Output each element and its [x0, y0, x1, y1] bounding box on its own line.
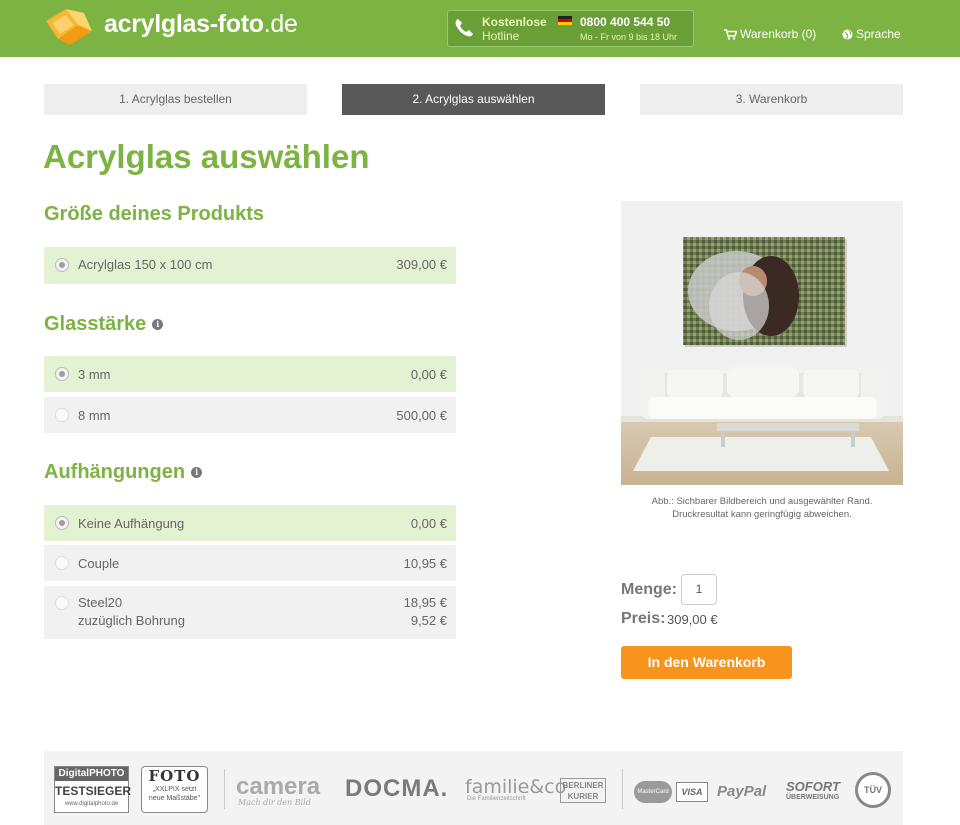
option-label: 8 mm: [78, 408, 111, 423]
option-label: Couple: [78, 556, 120, 571]
option-price: 18,95 €: [403, 595, 447, 610]
german-flag-icon: [558, 16, 572, 25]
docma-logo: DOCMA.: [345, 775, 449, 802]
cart-icon: [724, 29, 737, 40]
hanging-option-none[interactable]: Keine Aufhängung 0,00 €: [44, 505, 456, 541]
phone-icon: [455, 19, 473, 37]
sofort-sub-label: ÜBERWEISUNG: [786, 794, 840, 801]
hotline-number: 0800 400 544 50: [580, 15, 671, 29]
option-label: Keine Aufhängung: [78, 516, 185, 531]
thickness-option-8mm[interactable]: 8 mm 500,00 €: [44, 397, 456, 433]
price-value: 309,00 €: [667, 612, 718, 627]
price-label: Preis:: [621, 610, 666, 627]
hotline-label-bottom: Hotline: [482, 29, 520, 43]
brand-name[interactable]: acrylglas-foto.de: [104, 10, 298, 39]
tuv-icon: TÜV: [855, 772, 891, 808]
hanging-option-steel20[interactable]: Steel20 18,95 € zuzüglich Bohrung 9,52 €: [44, 586, 456, 639]
thickness-section-title: Glasstärke i: [44, 313, 164, 336]
site-header: acrylglas-foto.de Kostenlose Hotline 080…: [0, 0, 960, 57]
radio-selected[interactable]: [55, 367, 69, 381]
info-icon[interactable]: i: [191, 467, 203, 478]
footer-divider: [224, 769, 225, 809]
language-link[interactable]: Sprache: [842, 27, 901, 41]
radio-selected[interactable]: [55, 258, 69, 272]
language-label: Sprache: [856, 27, 901, 41]
option-price: 0,00 €: [410, 516, 447, 531]
option-label: Acrylglas 150 x 100 cm: [78, 257, 213, 272]
option-price: 10,95 €: [403, 556, 447, 571]
option-label: Steel20: [78, 595, 123, 610]
option-label: 3 mm: [78, 367, 111, 382]
thickness-option-3mm[interactable]: 3 mm 0,00 €: [44, 356, 456, 392]
info-icon[interactable]: i: [152, 319, 164, 330]
familie-logo: familie&co: [465, 776, 567, 798]
cart-label: Warenkorb (0): [740, 27, 817, 41]
option-price: 500,00 €: [396, 408, 447, 423]
camera-logo: camera: [236, 773, 321, 800]
quantity-input[interactable]: 1: [681, 574, 717, 605]
berliner-kurier-logo: BERLINER KURIER: [560, 778, 606, 803]
quantity-label: Menge:: [621, 581, 677, 598]
hanging-option-couple[interactable]: Couple 10,95 €: [44, 545, 456, 581]
option-extra-price: 9,52 €: [410, 613, 447, 628]
size-section-title: Größe deines Produkts: [44, 203, 265, 225]
trust-footer: DigitalPHOTO TESTSIEGER www.digitalphoto…: [44, 751, 903, 825]
mastercard-icon: MasterCard: [634, 781, 672, 803]
paypal-icon: PayPal: [717, 783, 767, 800]
footer-divider: [622, 769, 623, 809]
globe-icon: [842, 29, 853, 40]
hanging-section-title: Aufhängungen i: [44, 461, 203, 484]
step-3-cart[interactable]: 3. Warenkorb: [640, 84, 903, 115]
digitalphoto-badge: DigitalPHOTO TESTSIEGER www.digitalphoto…: [54, 766, 131, 813]
preview-caption: Abb.: Sichbarer Bildbereich und ausgewäh…: [651, 496, 873, 520]
foto-badge: FOTO „XXLPIX setzt neue Maßstäbe": [141, 766, 208, 813]
option-extra-label: zuzüglich Bohrung: [78, 613, 185, 628]
page-title: Acrylglas auswählen: [43, 138, 370, 175]
radio-unselected[interactable]: [55, 408, 69, 422]
option-price: 0,00 €: [410, 367, 447, 382]
visa-icon: VISA: [676, 782, 708, 802]
step-2-select[interactable]: 2. Acrylglas auswählen: [342, 84, 605, 115]
hotline-hours: Mo - Fr von 9 bis 18 Uhr: [580, 32, 678, 42]
product-preview-image: [621, 201, 903, 485]
step-1-order[interactable]: 1. Acrylglas bestellen: [44, 84, 307, 115]
radio-selected[interactable]: [55, 516, 69, 530]
add-to-cart-button[interactable]: In den Warenkorb: [621, 646, 792, 679]
sofort-icon: SOFORT: [786, 779, 840, 794]
familie-tagline: Die Familienzeitschrift: [467, 796, 526, 802]
option-price: 309,00 €: [396, 257, 447, 272]
hotline-label-top: Kostenlose: [482, 15, 547, 29]
radio-unselected[interactable]: [55, 556, 69, 570]
radio-unselected[interactable]: [55, 596, 69, 610]
size-option[interactable]: Acrylglas 150 x 100 cm 309,00 €: [44, 247, 456, 284]
hotline-box[interactable]: Kostenlose Hotline 0800 400 544 50 Mo - …: [447, 10, 694, 47]
camera-tagline: Mach dir den Bild: [238, 798, 311, 807]
logo-icon[interactable]: [44, 7, 94, 47]
header-cart-link[interactable]: Warenkorb (0): [724, 27, 816, 41]
